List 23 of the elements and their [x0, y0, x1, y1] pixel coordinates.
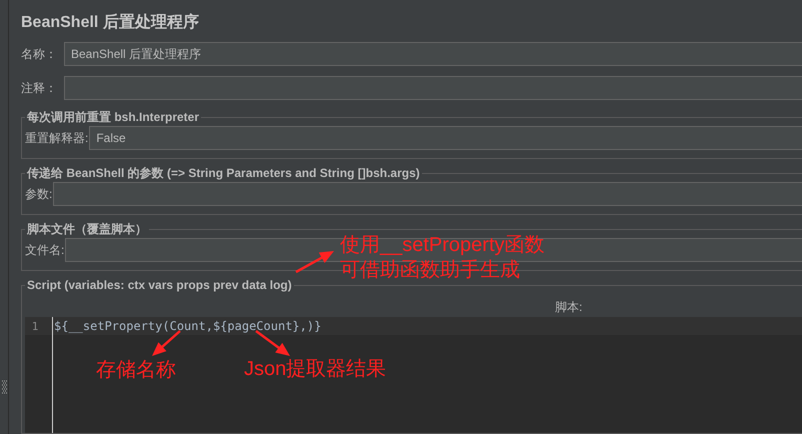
- input-field[interactable]: [64, 76, 802, 100]
- annotation-text: 使用__setProperty函数: [340, 233, 545, 258]
- panel-title: BeanShell 后置处理程序: [21, 12, 200, 33]
- annotation-text: Json提取器结果: [244, 357, 386, 382]
- field-label: 文件名:: [25, 242, 64, 258]
- input-field[interactable]: [53, 182, 802, 206]
- input-field[interactable]: False: [89, 126, 802, 150]
- group-title: 传递给 BeanShell 的参数 (=> String Parameters and String []bsh.args): [26, 166, 421, 180]
- field-label: 重置解释器:: [25, 130, 88, 146]
- field-label: 参数:: [25, 186, 52, 202]
- input-field[interactable]: BeanShell 后置处理程序: [64, 42, 802, 66]
- group-title: 脚本文件（覆盖脚本）: [26, 222, 148, 236]
- editor-header: 脚本:: [555, 300, 582, 314]
- annotation-text: 可借助函数助手生成: [340, 258, 521, 283]
- field-label: 注释：: [21, 80, 58, 96]
- grip-icon[interactable]: [2, 380, 6, 394]
- code-line: ${__setProperty(Count,${pageCount},)}: [54, 319, 322, 333]
- annotation-arrow: [295, 251, 334, 274]
- annotation-text: 存储名称: [96, 358, 176, 383]
- line-number: 1: [30, 320, 40, 332]
- group-title: Script (variables: ctx vars props prev data log): [26, 278, 293, 292]
- group-title: 每次调用前重置 bsh.Interpreter: [26, 110, 200, 124]
- field-label: 名称：: [21, 46, 58, 62]
